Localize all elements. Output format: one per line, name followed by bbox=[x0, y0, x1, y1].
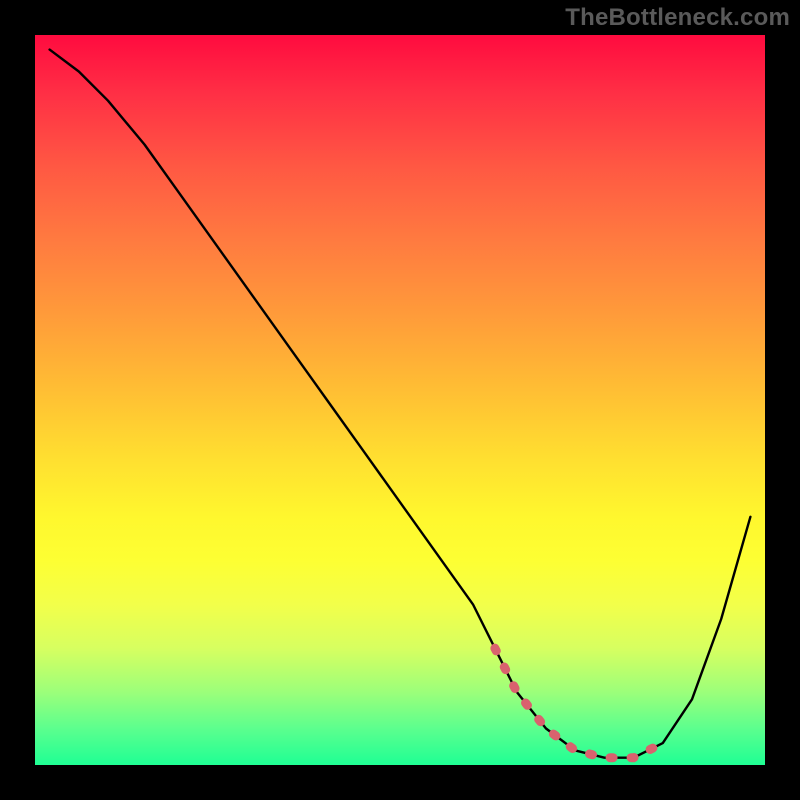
chart-frame: TheBottleneck.com bbox=[0, 0, 800, 800]
plot-area bbox=[35, 35, 765, 765]
curve-line bbox=[50, 50, 751, 758]
highlight-line bbox=[495, 648, 663, 758]
chart-svg bbox=[35, 35, 765, 765]
watermark-text: TheBottleneck.com bbox=[565, 4, 790, 32]
